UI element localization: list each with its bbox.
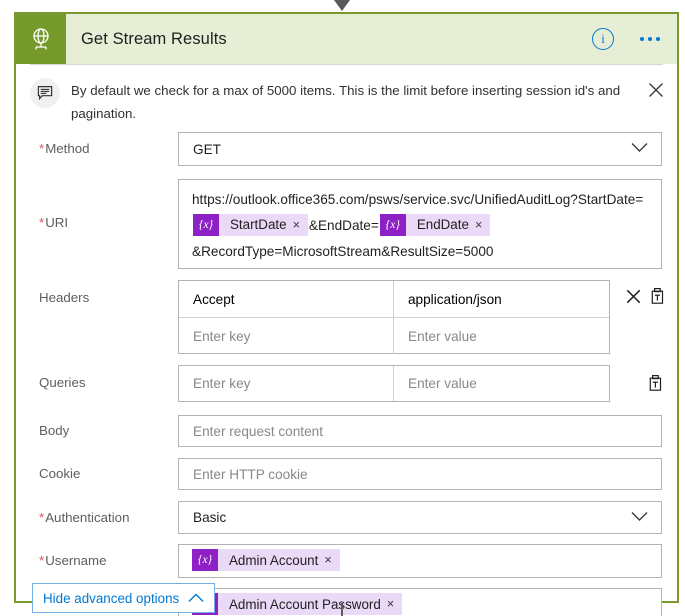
header-key-input[interactable]: Enter key [179, 318, 394, 354]
chevron-down-icon [631, 509, 648, 527]
uri-line-1: https://outlook.office365.com/psws/servi… [192, 192, 644, 207]
form-row-username: *Username {x} Admin Account × [16, 544, 677, 578]
form-row-authentication: *Authentication Basic [16, 501, 677, 534]
queries-grid[interactable]: Enter key Enter value [178, 365, 610, 402]
token-glyph: {x} [192, 549, 218, 571]
form-row-queries: Queries Enter key Enter value [16, 365, 677, 402]
label-username: *Username [39, 553, 107, 568]
headers-grid[interactable]: Accept application/json Enter key Enter … [178, 280, 610, 354]
method-value: GET [193, 141, 221, 157]
ellipsis-dot [640, 37, 644, 41]
body-input[interactable]: Enter request content [178, 415, 662, 447]
queries-row-actions [647, 374, 664, 397]
switch-to-text-mode-icon[interactable] [649, 287, 666, 310]
hide-advanced-options-button[interactable]: Hide advanced options [32, 583, 216, 613]
username-content: {x} Admin Account × [179, 545, 661, 577]
globe-icon [16, 14, 66, 64]
header-key-input[interactable]: Accept [179, 281, 394, 317]
uri-mid-text: &EndDate= [308, 218, 379, 233]
switch-to-text-mode-icon[interactable] [647, 374, 664, 397]
query-value-input[interactable]: Enter value [394, 366, 609, 401]
label-method: *Method [39, 141, 90, 156]
table-row[interactable]: Accept application/json [179, 281, 609, 317]
header-value-input[interactable]: Enter value [394, 318, 609, 354]
card-header[interactable]: Get Stream Results i [16, 14, 677, 64]
connector-arrow-icon [334, 0, 350, 11]
uri-content: https://outlook.office365.com/psws/servi… [179, 180, 661, 273]
card-title: Get Stream Results [81, 29, 227, 48]
label-queries: Queries [39, 375, 86, 390]
uri-line-2: {x} StartDate × &EndDate= {x} EndDate × [192, 213, 648, 239]
token-chip-enddate[interactable]: {x} EndDate × [379, 214, 491, 237]
table-row[interactable]: Enter key Enter value [179, 366, 609, 401]
required-asterisk: * [39, 510, 45, 525]
chevron-up-icon [188, 591, 204, 606]
info-icon[interactable]: i [592, 28, 614, 50]
uri-line-3: &RecordType=MicrosoftStream&ResultSize=5… [192, 244, 494, 259]
label-body: Body [39, 423, 70, 438]
body-placeholder: Enter request content [193, 423, 323, 439]
username-input[interactable]: {x} Admin Account × [178, 544, 662, 578]
cookie-input[interactable]: Enter HTTP cookie [178, 458, 662, 490]
uri-input[interactable]: https://outlook.office365.com/psws/servi… [178, 179, 662, 269]
form-row-body: Body Enter request content [16, 415, 677, 447]
label-uri: *URI [39, 215, 69, 230]
authentication-value: Basic [193, 510, 227, 525]
token-remove-icon[interactable]: × [324, 554, 339, 567]
form-row-method: *Method GET [16, 132, 677, 166]
cookie-placeholder: Enter HTTP cookie [193, 466, 308, 482]
token-glyph: {x} [379, 214, 406, 237]
token-chip-startdate[interactable]: {x} StartDate × [193, 214, 308, 237]
more-options-icon[interactable] [640, 37, 660, 41]
token-remove-icon[interactable]: × [387, 598, 402, 611]
token-label: Admin Account Password [229, 596, 381, 612]
chevron-down-icon [631, 140, 648, 158]
headers-row-actions [625, 287, 666, 310]
connector-line-bottom [341, 603, 343, 616]
action-card: Get Stream Results i By default we check… [14, 12, 679, 616]
close-icon[interactable] [647, 81, 667, 101]
ellipsis-dot [656, 37, 660, 41]
password-input[interactable]: {x} Admin Account Password × [178, 588, 662, 616]
method-select[interactable]: GET [178, 132, 662, 166]
token-label: EndDate [416, 217, 469, 233]
header-value-input[interactable]: application/json [394, 281, 609, 317]
form-row-cookie: Cookie Enter HTTP cookie [16, 458, 677, 490]
comment-icon [30, 78, 60, 108]
table-row[interactable]: Enter key Enter value [179, 317, 609, 354]
label-cookie: Cookie [39, 466, 81, 481]
token-chip-admin-account[interactable]: {x} Admin Account × [192, 549, 340, 571]
flow-action-card-screen: Get Stream Results i By default we check… [0, 0, 685, 616]
required-asterisk: * [39, 141, 45, 156]
ellipsis-dot [648, 37, 652, 41]
form-row-uri: *URI https://outlook.office365.com/psws/… [16, 179, 677, 269]
token-label: Admin Account [229, 552, 319, 568]
password-content: {x} Admin Account Password × [179, 589, 661, 616]
query-key-input[interactable]: Enter key [179, 366, 394, 401]
authentication-select[interactable]: Basic [178, 501, 662, 534]
close-icon[interactable] [625, 288, 642, 310]
token-label: StartDate [230, 217, 287, 233]
form-row-headers: Headers Accept application/json Enter ke… [16, 280, 677, 354]
divider [30, 64, 663, 65]
token-chip-admin-account-password[interactable]: {x} Admin Account Password × [192, 593, 403, 615]
message-bar-text: By default we check for a max of 5000 it… [71, 83, 621, 121]
token-remove-icon[interactable]: × [293, 219, 308, 232]
required-asterisk: * [39, 553, 45, 568]
hide-advanced-options-label: Hide advanced options [43, 590, 180, 606]
token-glyph: {x} [193, 214, 219, 237]
label-authentication: *Authentication [39, 510, 130, 525]
token-remove-icon[interactable]: × [475, 219, 490, 232]
label-headers: Headers [39, 290, 90, 305]
required-asterisk: * [39, 215, 45, 230]
